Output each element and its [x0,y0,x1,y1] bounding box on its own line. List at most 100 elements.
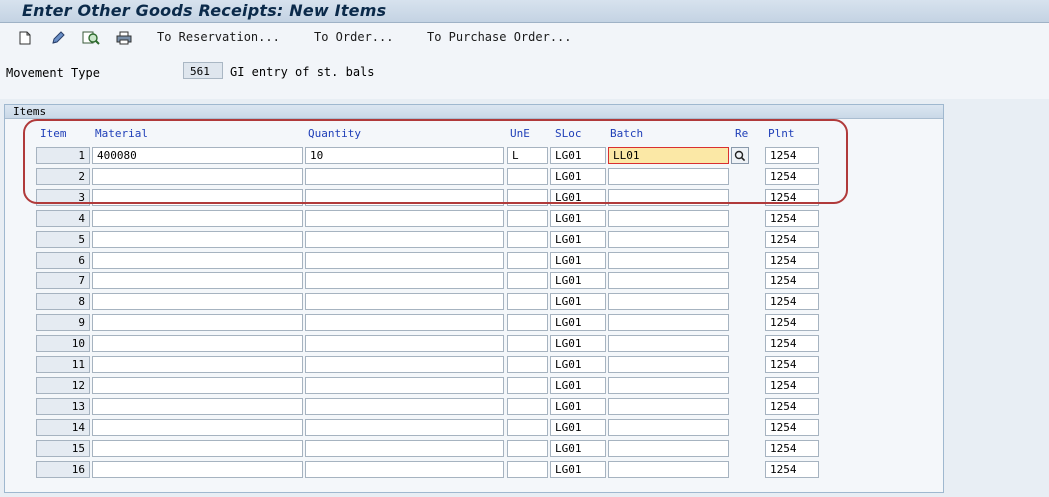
row-5-material-field[interactable] [92,231,303,248]
row-3-sloc-field[interactable]: LG01 [550,189,606,206]
row-8-material-field[interactable] [92,293,303,310]
row-12-plnt-field[interactable]: 1254 [765,377,819,394]
row-2-quantity-field[interactable] [305,168,504,185]
row-12-une-field[interactable] [507,377,548,394]
row-9-quantity-field[interactable] [305,314,504,331]
row-13-sloc-field[interactable]: LG01 [550,398,606,415]
row-10-plnt-field[interactable]: 1254 [765,335,819,352]
row-5-batch-field[interactable] [608,231,729,248]
row-1-quantity-field[interactable]: 10 [305,147,504,164]
row-1-une-field[interactable]: L [507,147,548,164]
edit-pencil-icon[interactable] [49,29,67,47]
row-12-sloc-field[interactable]: LG01 [550,377,606,394]
row-5-plnt-field[interactable]: 1254 [765,231,819,248]
row-15-sloc-field[interactable]: LG01 [550,440,606,457]
row-15-quantity-field[interactable] [305,440,504,457]
new-document-icon[interactable] [16,29,34,47]
row-2-sloc-field[interactable]: LG01 [550,168,606,185]
row-10-batch-field[interactable] [608,335,729,352]
row-12-material-field[interactable] [92,377,303,394]
row-3-une-field[interactable] [507,189,548,206]
row-6-une-field[interactable] [507,252,548,269]
row-11-batch-field[interactable] [608,356,729,373]
row-11-une-field[interactable] [507,356,548,373]
row-7-sloc-field[interactable]: LG01 [550,272,606,289]
row-14-batch-field[interactable] [608,419,729,436]
row-14-une-field[interactable] [507,419,548,436]
row-7-quantity-field[interactable] [305,272,504,289]
row-7-une-field[interactable] [507,272,548,289]
to-purchase-order-button[interactable]: To Purchase Order... [427,30,572,44]
batch-value-help-button[interactable] [731,147,749,164]
display-magnifier-icon[interactable] [82,29,100,47]
row-9-material-field[interactable] [92,314,303,331]
row-1-material-field[interactable]: 400080 [92,147,303,164]
row-8-sloc-field[interactable]: LG01 [550,293,606,310]
row-7-material-field[interactable] [92,272,303,289]
row-16-material-field[interactable] [92,461,303,478]
row-9-sloc-field[interactable]: LG01 [550,314,606,331]
row-1-sloc-field[interactable]: LG01 [550,147,606,164]
row-6-batch-field[interactable] [608,252,729,269]
row-9-plnt-field[interactable]: 1254 [765,314,819,331]
row-9-une-field[interactable] [507,314,548,331]
row-2-plnt-field[interactable]: 1254 [765,168,819,185]
row-9-batch-field[interactable] [608,314,729,331]
row-15-batch-field[interactable] [608,440,729,457]
row-5-sloc-field[interactable]: LG01 [550,231,606,248]
row-1-batch-field[interactable]: LL01 [608,147,729,164]
row-16-sloc-field[interactable]: LG01 [550,461,606,478]
row-13-une-field[interactable] [507,398,548,415]
row-11-material-field[interactable] [92,356,303,373]
row-13-material-field[interactable] [92,398,303,415]
row-11-quantity-field[interactable] [305,356,504,373]
row-8-batch-field[interactable] [608,293,729,310]
row-14-material-field[interactable] [92,419,303,436]
row-15-une-field[interactable] [507,440,548,457]
row-7-batch-field[interactable] [608,272,729,289]
row-15-material-field[interactable] [92,440,303,457]
row-7-plnt-field[interactable]: 1254 [765,272,819,289]
print-icon[interactable] [115,29,133,47]
row-4-une-field[interactable] [507,210,548,227]
row-8-quantity-field[interactable] [305,293,504,310]
row-3-plnt-field[interactable]: 1254 [765,189,819,206]
row-10-une-field[interactable] [507,335,548,352]
row-12-batch-field[interactable] [608,377,729,394]
row-4-plnt-field[interactable]: 1254 [765,210,819,227]
row-6-plnt-field[interactable]: 1254 [765,252,819,269]
row-2-material-field[interactable] [92,168,303,185]
to-reservation-button[interactable]: To Reservation... [157,30,280,44]
row-14-sloc-field[interactable]: LG01 [550,419,606,436]
row-4-batch-field[interactable] [608,210,729,227]
row-12-quantity-field[interactable] [305,377,504,394]
row-11-sloc-field[interactable]: LG01 [550,356,606,373]
row-8-plnt-field[interactable]: 1254 [765,293,819,310]
row-15-plnt-field[interactable]: 1254 [765,440,819,457]
row-10-material-field[interactable] [92,335,303,352]
row-10-sloc-field[interactable]: LG01 [550,335,606,352]
row-2-une-field[interactable] [507,168,548,185]
row-4-quantity-field[interactable] [305,210,504,227]
row-6-sloc-field[interactable]: LG01 [550,252,606,269]
row-3-batch-field[interactable] [608,189,729,206]
row-16-quantity-field[interactable] [305,461,504,478]
row-13-quantity-field[interactable] [305,398,504,415]
row-6-material-field[interactable] [92,252,303,269]
row-8-une-field[interactable] [507,293,548,310]
row-14-plnt-field[interactable]: 1254 [765,419,819,436]
row-10-quantity-field[interactable] [305,335,504,352]
row-5-une-field[interactable] [507,231,548,248]
to-order-button[interactable]: To Order... [314,30,393,44]
row-4-sloc-field[interactable]: LG01 [550,210,606,227]
row-3-quantity-field[interactable] [305,189,504,206]
row-3-material-field[interactable] [92,189,303,206]
row-16-batch-field[interactable] [608,461,729,478]
row-1-plnt-field[interactable]: 1254 [765,147,819,164]
row-13-batch-field[interactable] [608,398,729,415]
row-6-quantity-field[interactable] [305,252,504,269]
row-5-quantity-field[interactable] [305,231,504,248]
row-16-une-field[interactable] [507,461,548,478]
row-14-quantity-field[interactable] [305,419,504,436]
row-2-batch-field[interactable] [608,168,729,185]
